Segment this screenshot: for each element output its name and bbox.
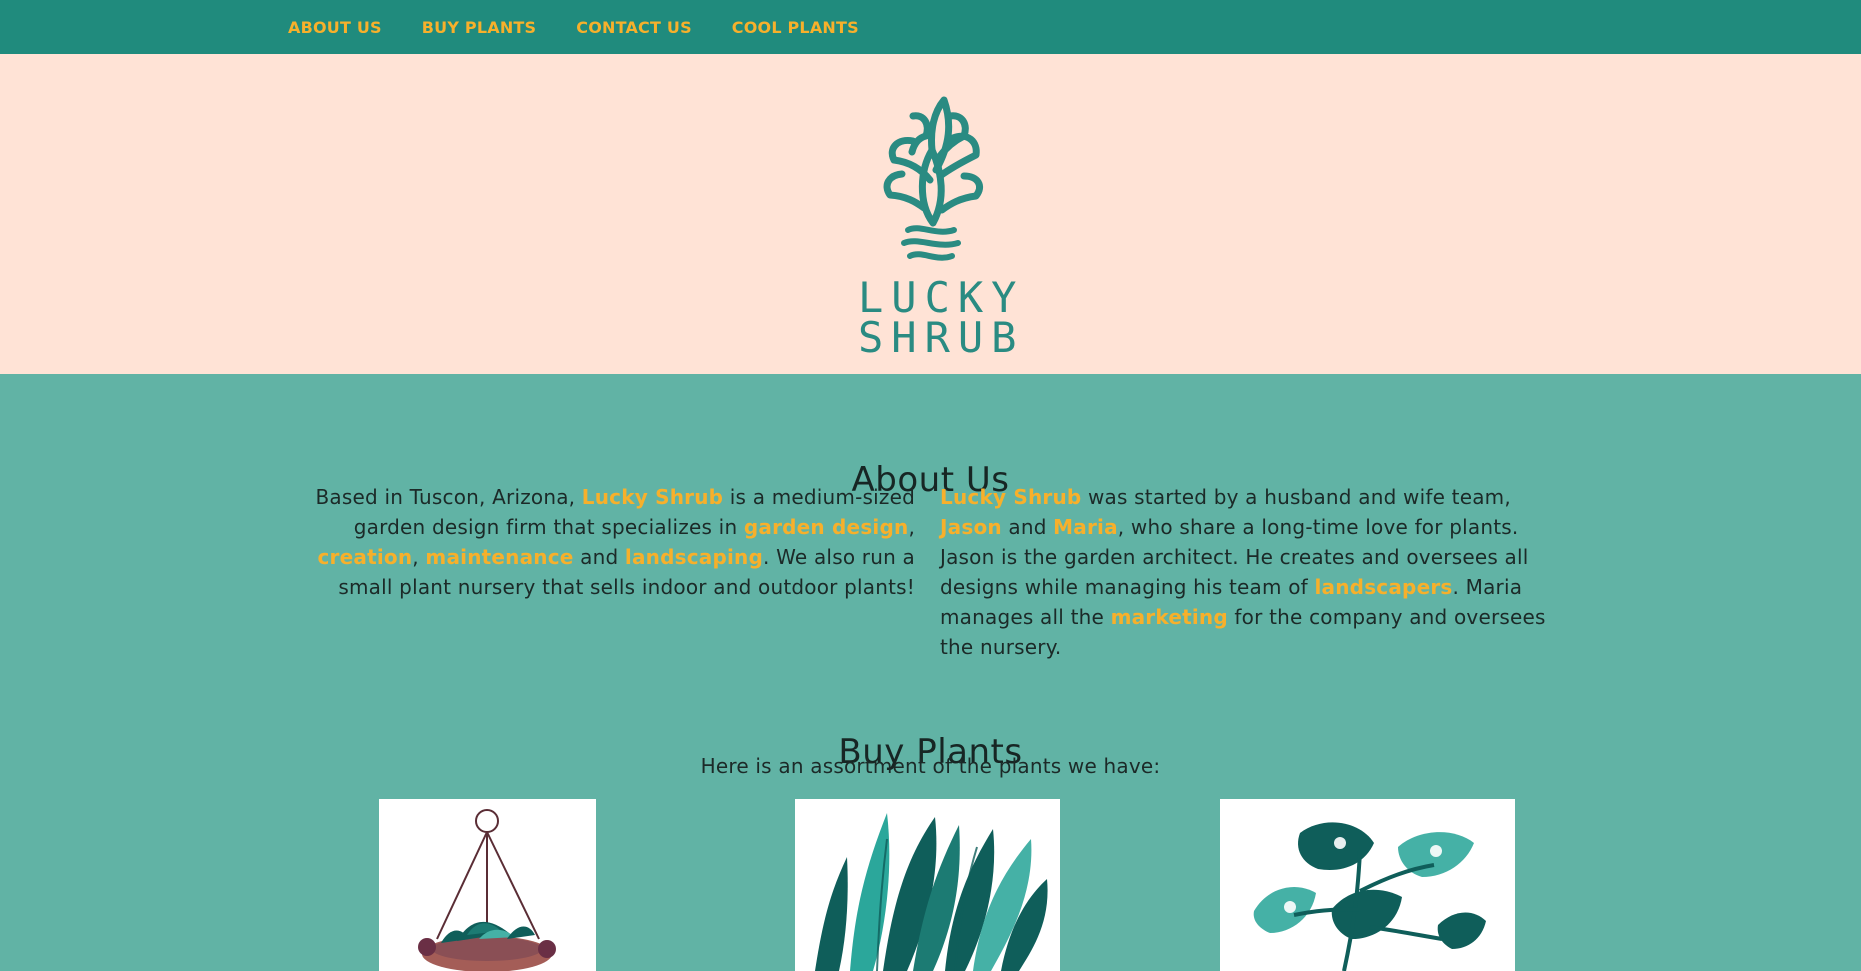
buy-plants-subtitle: Here is an assortment of the plants we h… (700, 754, 1161, 778)
about-left-highlight-text: garden design (743, 515, 909, 539)
about-left-highlight-text: landscaping (624, 545, 763, 569)
nav-link-contact-us[interactable]: CONTACT US (576, 18, 692, 37)
about-us-left-paragraph: Based in Tuscon, Arizona, Lucky Shrub is… (285, 482, 915, 602)
logo-text-line-2: SHRUB (858, 313, 1025, 362)
nav-item-cool-plants: COOL PLANTS (732, 18, 859, 37)
logo-text: LUCKY SHRUB (858, 273, 1025, 362)
about-right-highlight-text: Maria (1053, 515, 1118, 539)
nav-list: ABOUT US BUY PLANTS CONTACT US COOL PLAN… (288, 0, 859, 54)
about-right-highlight-text: landscapers (1314, 575, 1453, 599)
about-right-text: and (1001, 515, 1054, 539)
about-us-right-paragraph: Lucky Shrub was started by a husband and… (940, 482, 1570, 662)
nav-link-cool-plants[interactable]: COOL PLANTS (732, 18, 859, 37)
site-logo[interactable]: LUCKY SHRUB (848, 78, 1025, 368)
about-left-text: , (412, 545, 426, 569)
hanging-basket-plant-image[interactable] (379, 799, 596, 971)
about-right-highlight-text: Jason (940, 515, 1002, 539)
nav-link-about-us[interactable]: ABOUT US (288, 18, 382, 37)
about-us-heading: About Us (851, 460, 1010, 501)
about-right-text: was started by a husband and wife team, (1081, 485, 1511, 509)
nav-item-about-us: ABOUT US (288, 18, 382, 37)
about-right-highlight-text: marketing (1110, 605, 1228, 629)
monstera-plant-image[interactable] (1220, 799, 1515, 971)
about-left-text: Based in Tuscon, Arizona, (315, 485, 582, 509)
hero-banner: LUCKY SHRUB (0, 54, 1861, 374)
about-left-highlight-text: creation (317, 545, 413, 569)
nav-item-buy-plants: BUY PLANTS (422, 18, 536, 37)
about-left-text: , (908, 515, 915, 539)
logo-text-line-1: LUCKY (858, 273, 1025, 322)
nav-link-buy-plants[interactable]: BUY PLANTS (422, 18, 536, 37)
about-left-highlight-text: maintenance (425, 545, 574, 569)
snake-plant-image[interactable] (795, 799, 1060, 971)
about-left-text: and (573, 545, 625, 569)
about-left-highlight-text: Lucky Shrub (581, 485, 724, 509)
plant-logo-icon (858, 78, 998, 268)
nav-item-contact-us: CONTACT US (576, 18, 692, 37)
top-navigation-bar: ABOUT US BUY PLANTS CONTACT US COOL PLAN… (0, 0, 1861, 54)
main-content: About Us Based in Tuscon, Arizona, Lucky… (0, 374, 1861, 971)
about-right-highlight-text: Lucky Shrub (940, 485, 1082, 509)
